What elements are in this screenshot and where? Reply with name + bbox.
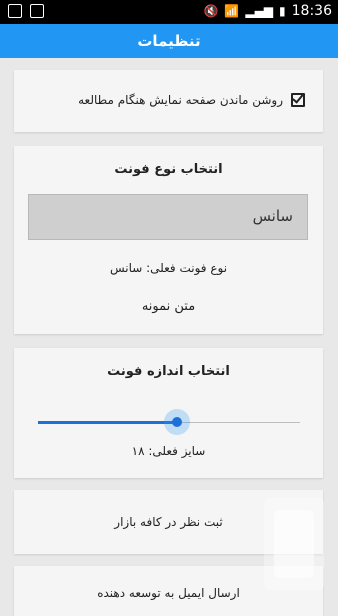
signal-icon: ▂▄▆ [245,4,274,18]
notification-icons [8,4,44,18]
wifi-icon: 📶 [224,4,240,18]
font-size-card: انتخاب اندازه فونت سایز فعلی: ۱۸ [14,348,323,478]
status-bar: 🔇 📶 ▂▄▆ ▮ 18:36 [0,0,338,24]
page-title: تنظیمات [137,32,201,50]
font-type-selected: سانس [252,207,293,225]
keep-screen-on-row[interactable]: روشن ماندن صفحه نمایش هنگام مطالعه [78,93,305,107]
system-icons: 🔇 📶 ▂▄▆ ▮ 18:36 [203,3,332,19]
image-icon [30,4,44,18]
keep-screen-on-checkbox[interactable] [291,93,305,107]
font-type-title: انتخاب نوع فونت [114,162,223,177]
current-font-label: نوع فونت فعلی: سانس [109,261,228,275]
keep-screen-on-label: روشن ماندن صفحه نمایش هنگام مطالعه [78,93,283,107]
slider-track-filled [38,421,177,424]
font-size-slider[interactable] [38,409,300,435]
slider-thumb[interactable] [171,417,182,427]
notification-icon [8,4,22,18]
font-type-card: انتخاب نوع فونت سانس نوع فونت فعلی: سانس… [14,146,323,334]
font-size-title: انتخاب اندازه فونت [107,364,230,379]
app-bar: تنظیمات [0,24,338,58]
status-time: 18:36 [291,3,332,19]
battery-icon: ▮ [279,4,286,18]
mute-icon: 🔇 [203,4,219,18]
keep-screen-on-card[interactable]: روشن ماندن صفحه نمایش هنگام مطالعه [14,70,323,132]
app-logo-watermark [264,498,324,590]
font-type-selector[interactable]: سانس [28,194,308,240]
slider-track-rest [176,422,300,423]
current-size-label: سایز فعلی: ۱۸ [131,444,206,458]
sample-text: متن نمونه [141,299,196,314]
